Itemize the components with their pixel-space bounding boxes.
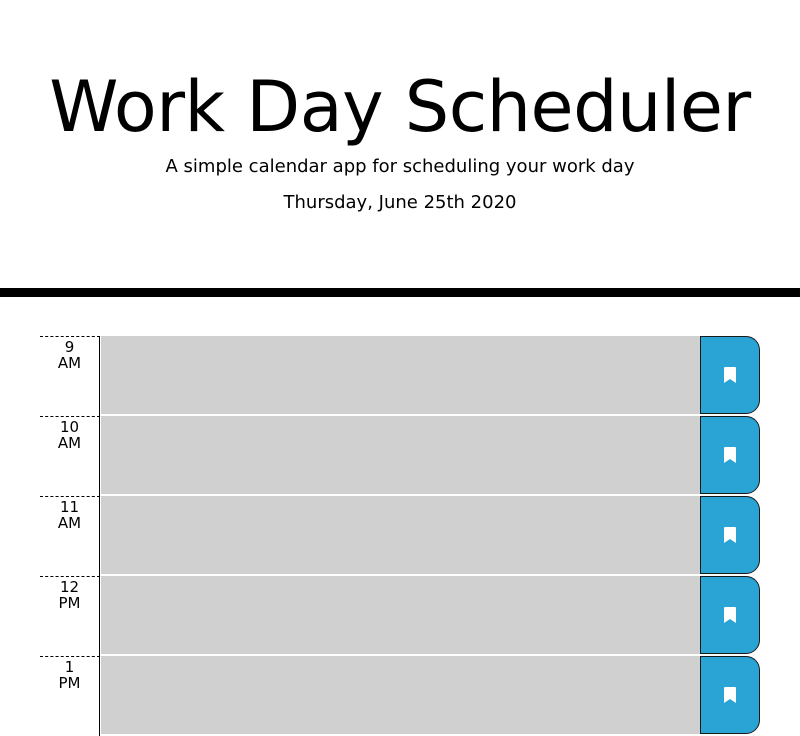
event-textarea[interactable] <box>101 496 700 575</box>
scheduler: 9 AM 10 AM 11 AM 12 PM 1 PM <box>40 336 760 736</box>
page-subtitle: A simple calendar app for scheduling you… <box>165 156 635 177</box>
event-textarea[interactable] <box>101 416 700 495</box>
save-button[interactable] <box>700 496 760 574</box>
page-title: Work Day Scheduler <box>49 66 751 148</box>
hour-period: PM <box>58 594 81 612</box>
hour-label: 1 PM <box>40 656 100 736</box>
bookmark-icon <box>724 367 736 383</box>
save-button[interactable] <box>700 336 760 414</box>
bookmark-icon <box>724 687 736 703</box>
time-block-1pm: 1 PM <box>40 656 760 736</box>
hour-number: 11 <box>59 498 80 516</box>
time-block-10am: 10 AM <box>40 416 760 496</box>
time-block-9am: 9 AM <box>40 336 760 416</box>
save-button[interactable] <box>700 416 760 494</box>
hour-label: 9 AM <box>40 336 100 416</box>
hour-number: 10 <box>59 418 80 436</box>
hour-period: PM <box>58 674 81 692</box>
event-textarea[interactable] <box>101 336 700 415</box>
event-textarea[interactable] <box>101 656 700 735</box>
hour-label: 11 AM <box>40 496 100 576</box>
hour-period: AM <box>57 354 82 372</box>
hour-number: 12 <box>59 578 80 596</box>
save-button[interactable] <box>700 576 760 654</box>
hour-period: AM <box>57 514 82 532</box>
hour-number: 1 <box>64 658 75 676</box>
time-block-11am: 11 AM <box>40 496 760 576</box>
hour-period: AM <box>57 434 82 452</box>
bookmark-icon <box>724 607 736 623</box>
hour-label: 10 AM <box>40 416 100 496</box>
event-textarea[interactable] <box>101 576 700 655</box>
bookmark-icon <box>724 527 736 543</box>
save-button[interactable] <box>700 656 760 734</box>
bookmark-icon <box>724 447 736 463</box>
time-block-12pm: 12 PM <box>40 576 760 656</box>
header: Work Day Scheduler A simple calendar app… <box>0 0 800 297</box>
hour-label: 12 PM <box>40 576 100 656</box>
hour-number: 9 <box>64 338 75 356</box>
current-day: Thursday, June 25th 2020 <box>283 192 517 213</box>
